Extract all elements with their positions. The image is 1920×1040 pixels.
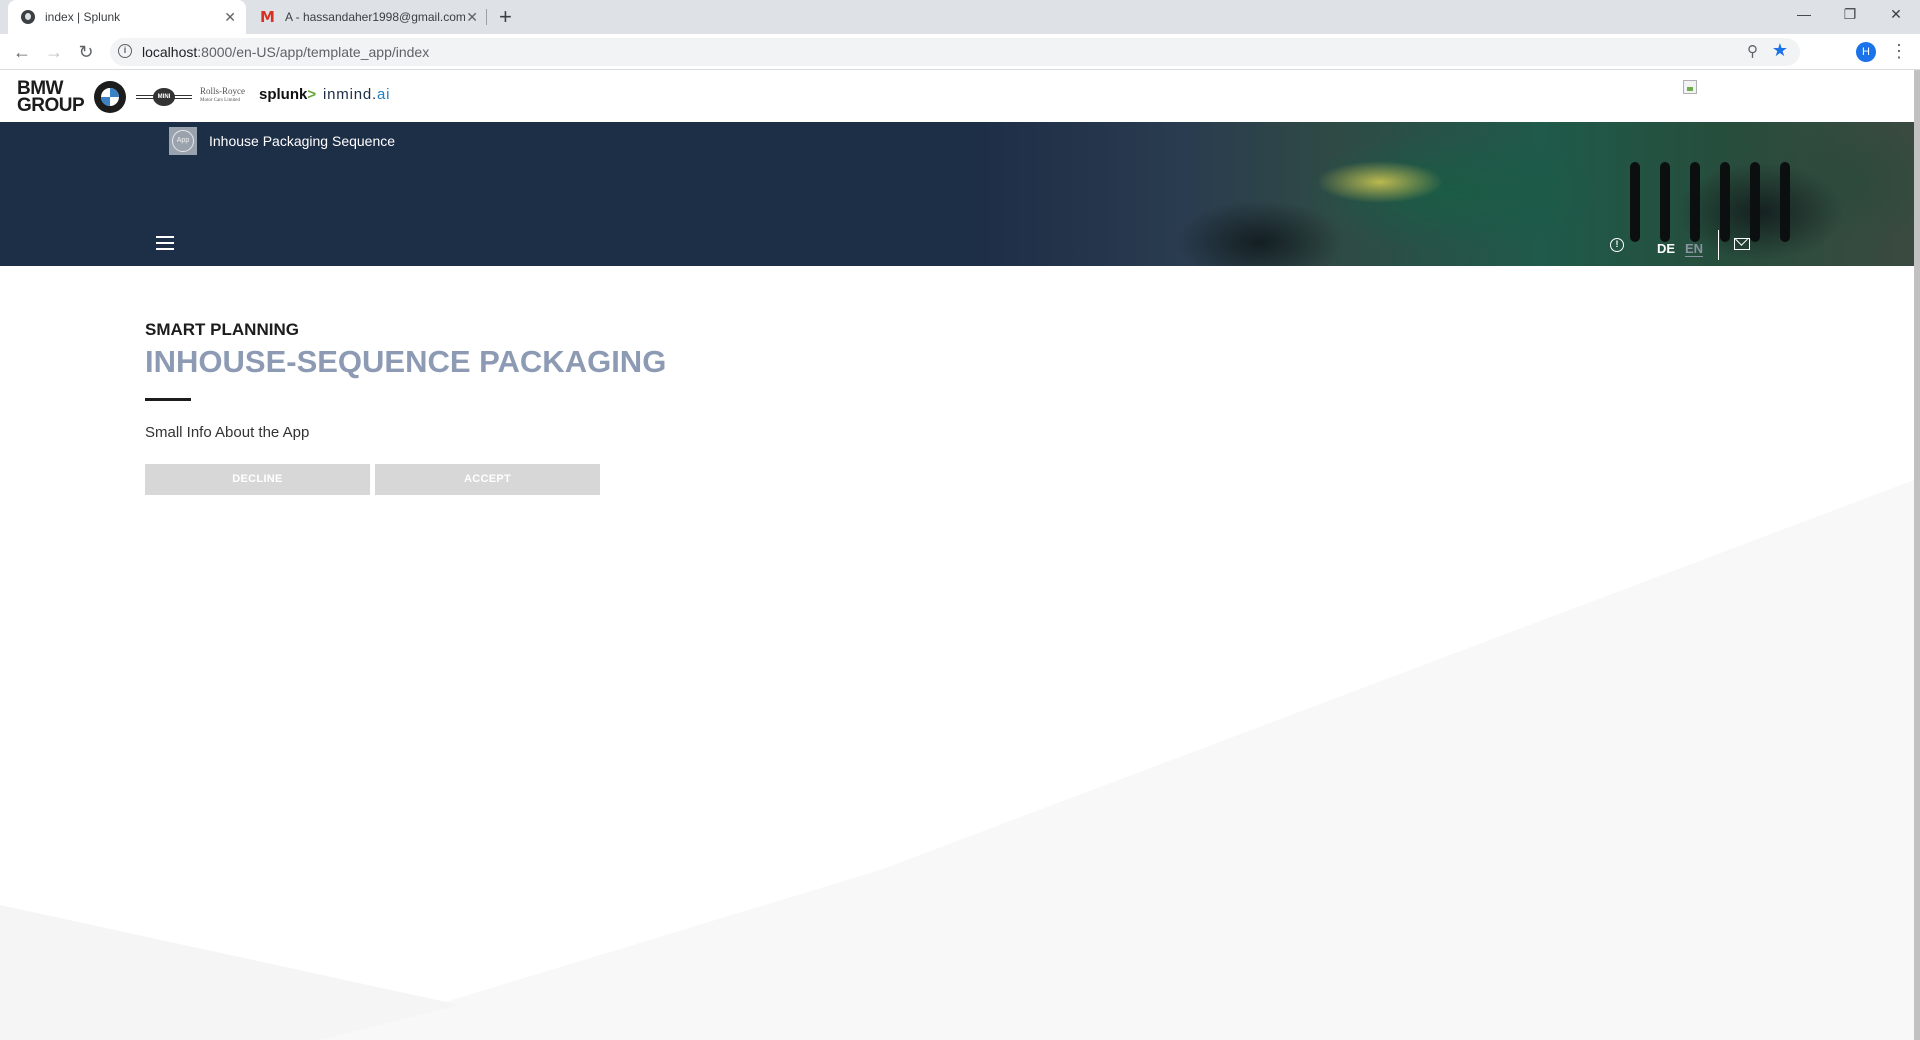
mini-logo-text: MINI xyxy=(153,88,175,106)
page-title: INHOUSE-SEQUENCE PACKAGING xyxy=(145,344,667,379)
url-host: localhost xyxy=(142,44,198,60)
tab-title: index | Splunk xyxy=(45,10,121,24)
zoom-icon[interactable]: ⚲ xyxy=(1747,42,1758,60)
address-bar[interactable]: i localhost:8000/en-US/app/template_app/… xyxy=(110,38,1800,66)
tab-separator xyxy=(486,9,487,25)
rolls-royce-name: Rolls-Royce xyxy=(200,86,245,96)
restore-button[interactable]: ❐ xyxy=(1827,0,1873,30)
header-separator xyxy=(1718,230,1719,260)
app-icon: App xyxy=(169,127,197,155)
bookmark-star-icon[interactable]: ★ xyxy=(1772,40,1788,61)
inmind-ai: ai xyxy=(376,86,391,103)
car-banner-image xyxy=(980,122,1914,266)
info-icon[interactable]: ! xyxy=(1610,238,1624,252)
app-header: App Inhouse Packaging Sequence ! DE EN xyxy=(0,122,1914,266)
mini-logo: MINI xyxy=(136,87,192,107)
app-icon-label: App xyxy=(172,130,194,152)
page-viewport: BMW GROUP MINI Rolls-Royce Motor Cars Li… xyxy=(0,70,1914,1040)
brand-bar: BMW GROUP MINI Rolls-Royce Motor Cars Li… xyxy=(0,70,1914,122)
bmw-group-line2: GROUP xyxy=(17,95,85,116)
tab-close-icon[interactable]: ✕ xyxy=(224,9,236,26)
bmw-group-logo: BMW GROUP xyxy=(17,79,85,116)
rolls-royce-logo: Rolls-Royce Motor Cars Limited xyxy=(200,87,245,105)
language-de-button[interactable]: DE xyxy=(1657,241,1675,256)
browser-tab-bar: index | Splunk ✕ M A - hassandaher1998@g… xyxy=(0,0,1920,34)
splunk-favicon-icon xyxy=(21,10,35,24)
back-arrow-icon[interactable]: ← xyxy=(8,39,36,65)
gmail-icon: M xyxy=(260,8,275,26)
splunk-name: splunk xyxy=(259,86,308,103)
language-en-button[interactable]: EN xyxy=(1685,241,1704,257)
page-scrollbar[interactable] xyxy=(1914,70,1920,1040)
forward-arrow-icon[interactable]: → xyxy=(40,39,68,65)
browser-menu-icon[interactable]: ⋮ xyxy=(1890,40,1908,62)
url-path: :8000/en-US/app/template_app/index xyxy=(197,44,430,60)
mail-icon[interactable] xyxy=(1734,238,1750,250)
tab-splunk[interactable]: index | Splunk ✕ xyxy=(8,0,246,34)
site-info-icon[interactable]: i xyxy=(118,44,132,58)
close-window-button[interactable]: ✕ xyxy=(1873,0,1919,30)
hamburger-menu-icon[interactable] xyxy=(156,236,174,250)
app-info-text: Small Info About the App xyxy=(145,424,310,441)
broken-image-icon xyxy=(1683,80,1697,94)
app-title[interactable]: Inhouse Packaging Sequence xyxy=(209,133,395,149)
inmind-logo: inmind.ai xyxy=(323,86,390,103)
decline-button[interactable]: DECLINE xyxy=(145,464,370,495)
bmw-roundel-logo xyxy=(94,81,126,113)
title-divider xyxy=(145,398,191,401)
minimize-button[interactable]: — xyxy=(1781,0,1827,30)
tab-gmail[interactable]: M A - hassandaher1998@gmail.com ✕ xyxy=(250,0,488,34)
splunk-arrow: > xyxy=(307,86,317,103)
new-tab-button[interactable]: + xyxy=(499,4,512,30)
rolls-royce-sub: Motor Cars Limited xyxy=(200,98,240,103)
reload-icon[interactable]: ↻ xyxy=(72,39,100,65)
inmind-name: inmind. xyxy=(323,86,377,103)
tab-title: A - hassandaher1998@gmail.com xyxy=(284,10,465,24)
section-eyebrow: SMART PLANNING xyxy=(145,320,299,339)
profile-avatar[interactable]: H xyxy=(1856,42,1876,62)
url-text[interactable]: localhost:8000/en-US/app/template_app/in… xyxy=(142,44,429,60)
splunk-logo: splunk> xyxy=(259,86,316,103)
tab-close-icon[interactable]: ✕ xyxy=(466,9,478,26)
browser-toolbar: ← → ↻ i localhost:8000/en-US/app/templat… xyxy=(0,34,1920,70)
accept-button[interactable]: ACCEPT xyxy=(375,464,600,495)
